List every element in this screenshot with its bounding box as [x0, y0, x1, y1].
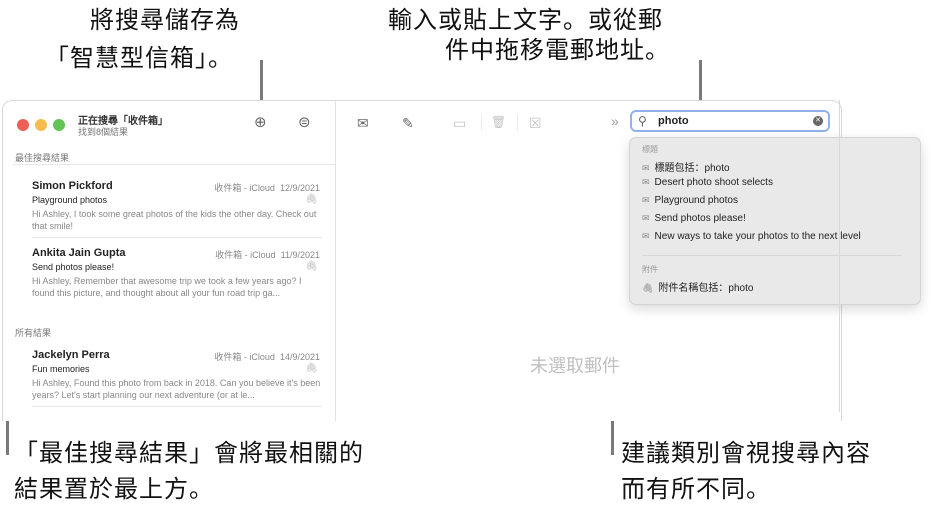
callout-search-field: 輸入或貼上文字。或從郵: [388, 5, 663, 35]
message-subject: Send photos please!: [32, 262, 115, 272]
message-meta: 收件箱 - iCloud 11/9/2021: [215, 248, 320, 261]
suggestion-divider: [642, 255, 902, 256]
top-hits-label: 最佳搜尋結果: [15, 153, 70, 163]
suggestion-item[interactable]: ✉ Playground photos: [642, 195, 738, 206]
suggestion-label: New ways to take your photos to the next…: [654, 231, 861, 242]
callout-top-hits: 「最佳搜尋結果」會將最相關的: [14, 438, 364, 468]
callout-line-2: 「智慧型信箱」。: [45, 44, 233, 72]
mail-icon: ✉: [642, 213, 650, 223]
toolbar-divider: [481, 115, 482, 131]
paperclip-icon: 🖇: [305, 194, 318, 205]
all-results-label: 所有結果: [15, 328, 52, 338]
suggestion-header-subject: 標題: [642, 145, 658, 154]
zoom-button[interactable]: [53, 119, 65, 131]
result-count: 找到8個結果: [78, 127, 129, 137]
callout-line-1: 建議類別會視搜尋內容: [621, 439, 871, 467]
get-mail-icon[interactable]: ✉: [357, 115, 369, 132]
message-mailbox: 收件箱 - iCloud: [214, 352, 275, 362]
callout-smart-mailbox-2: 「智慧型信箱」。: [45, 43, 233, 73]
callout-line-1: 「最佳搜尋結果」會將最相關的: [14, 439, 364, 467]
suggestion-item[interactable]: ✉ 標題包括：photo: [642, 159, 730, 174]
compose-icon[interactable]: ✎: [402, 115, 414, 132]
message-row[interactable]: Ankita Jain Gupta 收件箱 - iCloud 11/9/2021…: [32, 247, 322, 299]
suggestion-item[interactable]: 🖇 附件名稱包括：photo: [642, 279, 753, 294]
message-meta: 收件箱 - iCloud 12/9/2021: [214, 181, 320, 194]
message-mailbox: 收件箱 - iCloud: [215, 250, 276, 260]
callout-top-hits-2: 結果置於最上方。: [14, 474, 214, 504]
suggestion-header-attachment: 附件: [642, 265, 658, 274]
divider: [32, 406, 322, 407]
trash-icon[interactable]: 🗑: [491, 115, 506, 129]
paperclip-icon: 🖇: [305, 363, 318, 374]
callout-line-2: 結果置於最上方。: [14, 475, 214, 503]
suggestion-label: 標題包括：photo: [654, 163, 730, 174]
search-input[interactable]: photo: [658, 115, 689, 127]
message-sender: Simon Pickford: [32, 180, 113, 192]
divider: [13, 164, 335, 165]
paperclip-icon: 🖇: [642, 283, 654, 293]
callout-line-2: 件中拖移電郵地址。: [445, 36, 670, 64]
save-smart-mailbox-icon[interactable]: ⊕: [254, 113, 267, 131]
callout-line-1: 將搜尋儲存為: [90, 6, 240, 34]
message-meta: 收件箱 - iCloud 14/9/2021: [214, 350, 320, 363]
mail-icon: ✉: [642, 163, 650, 173]
callout-line-1: 輸入或貼上文字。或從郵: [388, 6, 663, 34]
message-date: 11/9/2021: [280, 250, 320, 260]
callout-smart-mailbox: 將搜尋儲存為: [90, 5, 240, 35]
clear-search-icon[interactable]: ✕: [813, 116, 823, 126]
mail-icon: ✉: [642, 177, 650, 187]
suggestion-label: 附件名稱包括：photo: [658, 283, 754, 294]
message-row[interactable]: Simon Pickford 收件箱 - iCloud 12/9/2021 Pl…: [32, 180, 322, 232]
toolbar-overflow-button[interactable]: »: [611, 113, 619, 129]
window-right-edge: [839, 100, 840, 412]
mail-icon: ✉: [642, 231, 650, 241]
suggestion-label: Playground photos: [654, 195, 738, 206]
message-subject: Playground photos: [32, 195, 108, 205]
suggestion-label: Send photos please!: [654, 213, 746, 224]
minimize-button[interactable]: [35, 119, 47, 131]
paperclip-icon: 🖇: [305, 261, 318, 272]
callout-search-field-2: 件中拖移電郵地址。: [445, 35, 670, 65]
no-message-selected: 未選取郵件: [530, 356, 620, 376]
suggestion-item[interactable]: ✉ Send photos please!: [642, 213, 746, 224]
archive-icon[interactable]: ▭: [453, 115, 466, 132]
callout-suggestions: 建議類別會視搜尋內容: [621, 438, 871, 468]
message-preview: Hi Ashley, Remember that awesome trip we…: [32, 276, 302, 298]
suggestion-label: Desert photo shoot selects: [654, 177, 773, 188]
junk-icon[interactable]: ☒: [529, 115, 542, 132]
message-sender: Ankita Jain Gupta: [32, 247, 126, 259]
filter-icon[interactable]: ⊜: [298, 113, 311, 131]
message-date: 14/9/2021: [279, 352, 320, 362]
message-row[interactable]: Jackelyn Perra 收件箱 - iCloud 14/9/2021 Fu…: [32, 349, 322, 401]
callout-suggestions-2: 而有所不同。: [621, 474, 771, 504]
divider: [32, 237, 322, 238]
message-mailbox: 收件箱 - iCloud: [214, 183, 275, 193]
message-preview: Hi Ashley, Found this photo from back in…: [32, 378, 321, 400]
message-list-pane: 正在搜尋「收件箱」 找到8個結果 ⊕ ⊜ 最佳搜尋結果 Simon Pickfo…: [3, 101, 336, 421]
search-suggestions-menu: 標題 ✉ 標題包括：photo ✉ Desert photo shoot selec…: [629, 137, 921, 305]
message-preview: Hi Ashley, I took some great photos of t…: [32, 209, 317, 231]
toolbar-divider: [517, 115, 518, 131]
message-date: 12/9/2021: [279, 183, 320, 193]
callout-line-2: 而有所不同。: [621, 475, 771, 503]
suggestion-item[interactable]: ✉ Desert photo shoot selects: [642, 177, 773, 188]
search-icon: ⚲: [638, 114, 647, 128]
message-sender: Jackelyn Perra: [32, 349, 110, 361]
message-subject: Fun memories: [32, 364, 90, 374]
mail-icon: ✉: [642, 195, 650, 205]
close-button[interactable]: [17, 119, 29, 131]
suggestion-item[interactable]: ✉ New ways to take your photos to the nex…: [642, 231, 861, 242]
search-field[interactable]: ⚲ photo ✕: [630, 110, 830, 132]
